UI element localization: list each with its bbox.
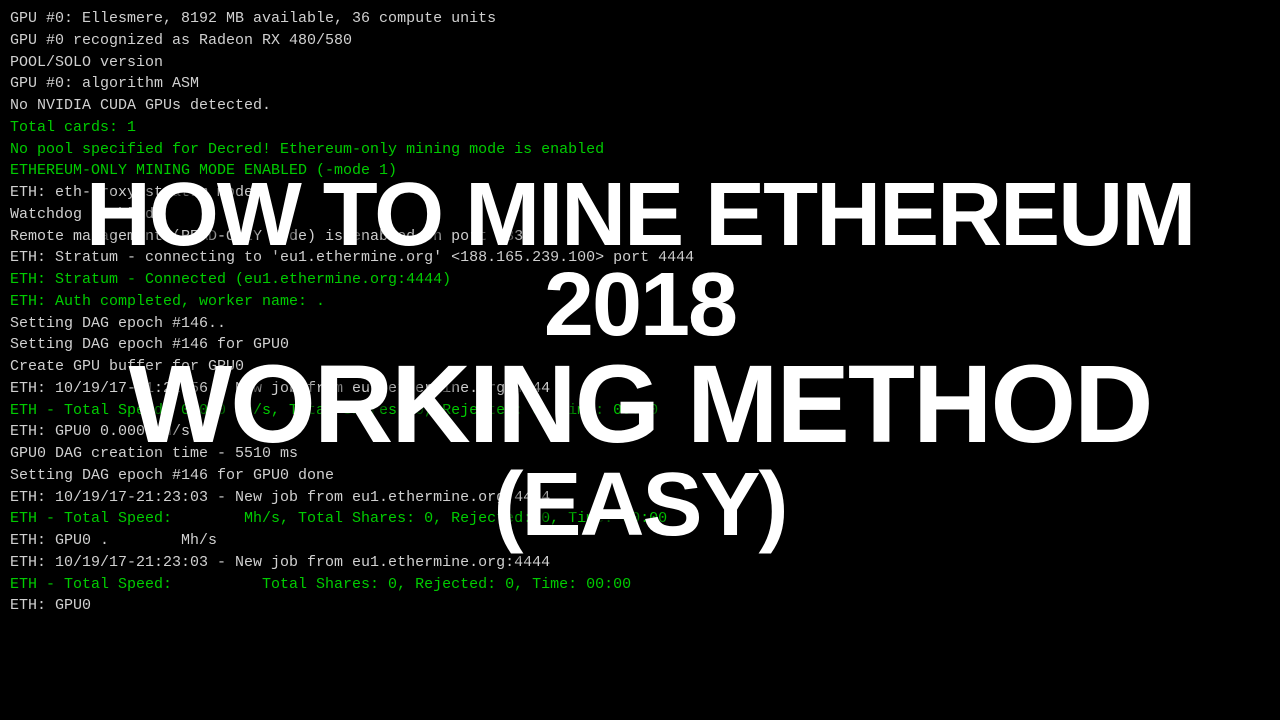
overlay-line1: HOW TO MINE ETHEREUM 2018 [40, 170, 1240, 350]
terminal-line: GPU #0: algorithm ASM [10, 73, 1270, 95]
terminal-line: GPU #0 recognized as Radeon RX 480/580 [10, 30, 1270, 52]
terminal-line: Total cards: 1 [10, 117, 1270, 139]
terminal-line: ETH: 10/19/17-21:23:03 - New job from eu… [10, 552, 1270, 574]
terminal-line: POOL/SOLO version [10, 52, 1270, 74]
overlay-line2: WORKING METHOD [40, 350, 1240, 460]
terminal-line: GPU #0: Ellesmere, 8192 MB available, 36… [10, 8, 1270, 30]
overlay-title: HOW TO MINE ETHEREUM 2018 WORKING METHOD… [40, 170, 1240, 550]
terminal-line: ETH - Total Speed: Total Shares: 0, Reje… [10, 574, 1270, 596]
terminal-line: No NVIDIA CUDA GPUs detected. [10, 95, 1270, 117]
terminal-line: No pool specified for Decred! Ethereum-o… [10, 139, 1270, 161]
terminal-line: ETH: GPU0 [10, 595, 1270, 617]
overlay-line3: (EASY) [40, 460, 1240, 550]
